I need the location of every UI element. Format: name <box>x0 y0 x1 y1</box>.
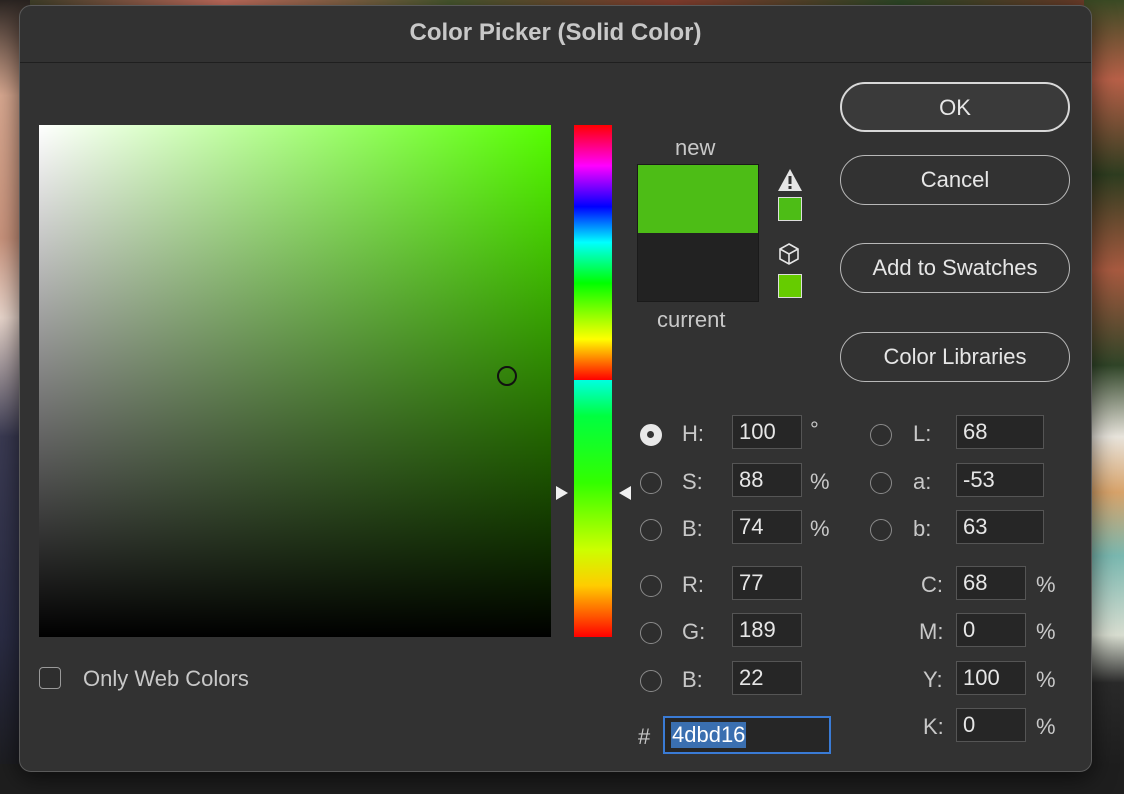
current-label: current <box>657 307 726 332</box>
only-web-colors-label[interactable]: Only Web Colors <box>83 666 249 692</box>
saturation-input[interactable]: 88 <box>732 463 802 497</box>
blue-input[interactable]: 22 <box>732 661 802 695</box>
yellow-label: Y: <box>923 667 943 692</box>
cyan-label: C: <box>921 572 943 597</box>
color-libraries-button[interactable]: Color Libraries <box>840 332 1070 382</box>
ok-button[interactable]: OK <box>840 82 1070 132</box>
hue-slider-right-arrow[interactable] <box>619 486 631 500</box>
new-color-swatch <box>638 165 758 233</box>
cancel-button[interactable]: Cancel <box>840 155 1070 205</box>
black-label: K: <box>923 714 944 739</box>
lab-l-radio[interactable] <box>870 424 892 446</box>
brightness-input[interactable]: 74 <box>732 510 802 544</box>
add-to-swatches-button[interactable]: Add to Swatches <box>840 243 1070 293</box>
green-radio[interactable] <box>640 622 662 644</box>
hex-input[interactable]: 4dbd16 <box>663 716 831 754</box>
magenta-unit: % <box>1036 619 1056 644</box>
hue-label: H: <box>682 421 704 446</box>
lab-a-radio[interactable] <box>870 472 892 494</box>
red-label: R: <box>682 572 704 597</box>
brightness-label: B: <box>682 516 703 541</box>
lab-b-label: b: <box>913 516 932 541</box>
color-preview <box>637 164 759 302</box>
lab-b-input[interactable]: 63 <box>956 510 1044 544</box>
red-radio[interactable] <box>640 575 662 597</box>
yellow-input[interactable]: 100 <box>956 661 1026 695</box>
magenta-label: M: <box>919 619 944 644</box>
hue-input[interactable]: 100 <box>732 415 802 449</box>
red-input[interactable]: 77 <box>732 566 802 600</box>
lab-a-label: a: <box>913 469 932 494</box>
green-label: G: <box>682 619 706 644</box>
lab-l-label: L: <box>913 421 932 446</box>
yellow-unit: % <box>1036 667 1056 692</box>
cyan-unit: % <box>1036 572 1056 597</box>
hue-radio[interactable] <box>640 424 662 446</box>
title-bar: Color Picker (Solid Color) <box>20 6 1091 63</box>
dialog-title: Color Picker (Solid Color) <box>409 19 702 46</box>
lab-l-input[interactable]: 68 <box>956 415 1044 449</box>
blue-radio[interactable] <box>640 670 662 692</box>
web-safe-cube-icon[interactable] <box>778 242 800 266</box>
black-input[interactable]: 0 <box>956 708 1026 742</box>
hue-slider[interactable] <box>574 125 612 637</box>
saturation-label: S: <box>682 469 703 494</box>
gamut-color-swatch[interactable] <box>778 197 802 221</box>
hue-slider-left-arrow[interactable] <box>556 486 568 500</box>
color-field-cursor[interactable] <box>497 366 517 386</box>
brightness-unit: % <box>810 516 830 541</box>
web-safe-color-swatch[interactable] <box>778 274 802 298</box>
only-web-colors-checkbox[interactable] <box>39 667 61 689</box>
degree-unit: ° <box>810 417 819 442</box>
green-input[interactable]: 189 <box>732 613 802 647</box>
blue-label: B: <box>682 667 703 692</box>
saturation-radio[interactable] <box>640 472 662 494</box>
new-label: new <box>675 135 716 160</box>
hex-selected-text: 4dbd16 <box>671 722 747 748</box>
lab-b-radio[interactable] <box>870 519 892 541</box>
current-color-swatch[interactable] <box>638 233 758 301</box>
saturation-unit: % <box>810 469 830 494</box>
hex-prefix: # <box>638 724 651 749</box>
color-picker-dialog: Color Picker (Solid Color) new current O… <box>19 5 1092 772</box>
color-field[interactable] <box>39 125 551 637</box>
magenta-input[interactable]: 0 <box>956 613 1026 647</box>
lab-a-input[interactable]: -53 <box>956 463 1044 497</box>
brightness-radio[interactable] <box>640 519 662 541</box>
out-of-gamut-warning-icon[interactable] <box>777 168 803 192</box>
black-unit: % <box>1036 714 1056 739</box>
cyan-input[interactable]: 68 <box>956 566 1026 600</box>
